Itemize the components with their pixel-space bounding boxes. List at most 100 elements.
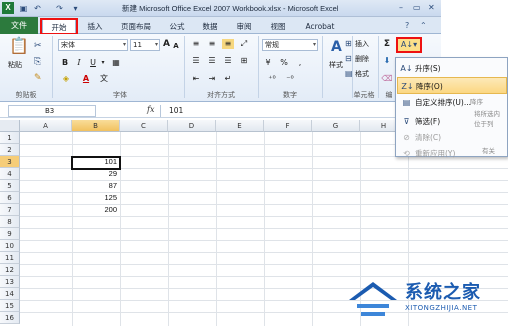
cells-group-label: 单元格 — [353, 91, 375, 99]
menu-item-clear[interactable]: ⊘ 清除(C) — [397, 129, 507, 146]
chevron-down-icon[interactable]: ▾ — [100, 58, 106, 68]
cell-b5[interactable]: 87 — [72, 180, 120, 192]
align-bottom-icon[interactable]: ≡ — [222, 39, 234, 49]
cell-b6[interactable]: 125 — [72, 192, 120, 204]
phonetic-button[interactable]: 文 — [98, 74, 110, 84]
sort-filter-button[interactable]: A↓▾ — [396, 37, 422, 53]
clear-icon[interactable]: ⌫ — [381, 74, 393, 84]
tab-home[interactable]: 开始 — [42, 19, 76, 34]
column-header[interactable]: G — [312, 120, 360, 132]
save-icon[interactable]: ▣ — [18, 3, 29, 14]
column-header[interactable]: F — [264, 120, 312, 132]
align-right-icon[interactable]: ☰ — [222, 56, 234, 66]
restore-icon[interactable]: ▭ — [413, 3, 421, 12]
ribbon-home: 📋 粘贴 ✂ ⎘ ✎ 剪贴板 宋体 ▾ 11 ▾ A A B I U ▾ ▦ ◈ A… — [0, 34, 441, 102]
italic-button[interactable]: I — [74, 58, 84, 68]
align-left-icon[interactable]: ☰ — [190, 56, 202, 66]
excel-window: X ▣ ↶ ↷ ▾ 新建 Microsoft Office Excel 2007… — [0, 0, 508, 326]
fill-color-icon[interactable]: ◈ — [60, 74, 72, 84]
minimize-icon[interactable]: – — [399, 3, 403, 12]
tab-formulas[interactable]: 公式 — [163, 19, 191, 34]
tab-acrobat[interactable]: Acrobat — [300, 19, 340, 34]
bold-button[interactable]: B — [60, 58, 70, 68]
row-header[interactable]: 6 — [0, 192, 20, 204]
redo-icon[interactable]: ↷ — [54, 3, 65, 14]
border-icon[interactable]: ▦ — [110, 58, 122, 68]
minimize-ribbon-icon[interactable]: ⌃ — [420, 20, 427, 31]
tab-review[interactable]: 审阅 — [230, 19, 258, 34]
cell-b7[interactable]: 200 — [72, 204, 120, 216]
select-all-corner[interactable] — [0, 120, 20, 132]
font-name-select[interactable]: 宋体 ▾ — [58, 39, 128, 51]
row-header[interactable]: 13 — [0, 276, 20, 288]
styles-label: 样式 — [329, 61, 343, 69]
row-header[interactable]: 10 — [0, 240, 20, 252]
font-size-select[interactable]: 11 ▾ — [130, 39, 160, 51]
tab-insert[interactable]: 插入 — [80, 19, 110, 34]
shrink-font-button[interactable]: A — [172, 41, 180, 51]
align-top-icon[interactable]: ≡ — [190, 39, 202, 49]
insert-cells-button[interactable]: 插入 — [355, 39, 369, 49]
insert-function-button[interactable]: fx — [147, 105, 154, 114]
merge-center-icon[interactable]: ⊞ — [238, 56, 250, 66]
column-header[interactable]: C — [120, 120, 168, 132]
column-header[interactable]: D — [168, 120, 216, 132]
row-header[interactable]: 1 — [0, 132, 20, 144]
menu-item-sort-ascending[interactable]: A↓ 升序(S) — [397, 60, 507, 77]
tab-data[interactable]: 数据 — [196, 19, 224, 34]
row-header[interactable]: 3 — [0, 156, 20, 168]
align-middle-icon[interactable]: ≡ — [206, 39, 218, 49]
column-header[interactable]: B — [72, 120, 120, 132]
currency-icon[interactable]: ¥ — [262, 58, 274, 68]
comma-button[interactable]: , — [294, 58, 306, 68]
tab-view[interactable]: 视图 — [264, 19, 292, 34]
delete-cells-button[interactable]: 删除 — [355, 54, 369, 64]
row-header[interactable]: 14 — [0, 288, 20, 300]
column-header[interactable]: A — [20, 120, 72, 132]
row-header[interactable]: 15 — [0, 300, 20, 312]
format-cells-button[interactable]: 格式 — [355, 69, 369, 79]
number-format-select[interactable]: 常规 ▾ — [262, 39, 318, 51]
help-icon[interactable]: ? — [405, 20, 409, 31]
tab-file[interactable]: 文件 — [0, 17, 38, 34]
chevron-down-icon: ▾ — [312, 41, 316, 48]
undo-icon[interactable]: ↶ — [32, 3, 43, 14]
format-painter-icon[interactable]: ✎ — [34, 74, 42, 83]
name-box[interactable]: B3 — [8, 105, 96, 117]
paste-button[interactable]: 📋 粘贴 — [6, 38, 30, 74]
row-header[interactable]: 5 — [0, 180, 20, 192]
align-center-icon[interactable]: ☰ — [206, 56, 218, 66]
decrease-decimal-icon[interactable]: ⁻⁰ — [284, 74, 296, 84]
wrap-text-icon[interactable]: ↵ — [222, 74, 234, 84]
autosum-button[interactable]: Σ — [381, 39, 393, 49]
row-header[interactable]: 9 — [0, 228, 20, 240]
font-color-button[interactable]: A — [80, 74, 92, 84]
row-header[interactable]: 8 — [0, 216, 20, 228]
tooltip-text: 位于列 — [474, 120, 494, 128]
row-header[interactable]: 7 — [0, 204, 20, 216]
gridline — [312, 132, 313, 326]
column-header[interactable]: E — [216, 120, 264, 132]
excel-app-icon[interactable]: X — [2, 2, 14, 14]
customize-qat-icon[interactable]: ▾ — [70, 3, 81, 14]
increase-indent-icon[interactable]: ⇥ — [206, 74, 218, 84]
row-header[interactable]: 11 — [0, 252, 20, 264]
close-icon[interactable]: ✕ — [428, 3, 435, 12]
percent-button[interactable]: % — [278, 58, 290, 68]
fill-icon[interactable]: ⬇ — [381, 56, 393, 66]
underline-button[interactable]: U — [88, 58, 98, 68]
decrease-indent-icon[interactable]: ⇤ — [190, 74, 202, 84]
row-header[interactable]: 4 — [0, 168, 20, 180]
group-separator — [352, 36, 353, 98]
tooltip-help: 有关 — [482, 147, 495, 155]
grow-font-button[interactable]: A — [162, 39, 171, 49]
row-header[interactable]: 2 — [0, 144, 20, 156]
increase-decimal-icon[interactable]: ⁺⁰ — [266, 74, 278, 84]
tab-page-layout[interactable]: 页面布局 — [114, 19, 158, 34]
cut-icon[interactable]: ✂ — [34, 42, 42, 51]
row-header[interactable]: 12 — [0, 264, 20, 276]
row-header[interactable]: 16 — [0, 312, 20, 324]
menu-item-sort-descending[interactable]: Z↓ 降序(O) — [397, 77, 507, 94]
copy-icon[interactable]: ⎘ — [34, 58, 41, 67]
orientation-icon[interactable]: ⤢ — [238, 39, 250, 49]
